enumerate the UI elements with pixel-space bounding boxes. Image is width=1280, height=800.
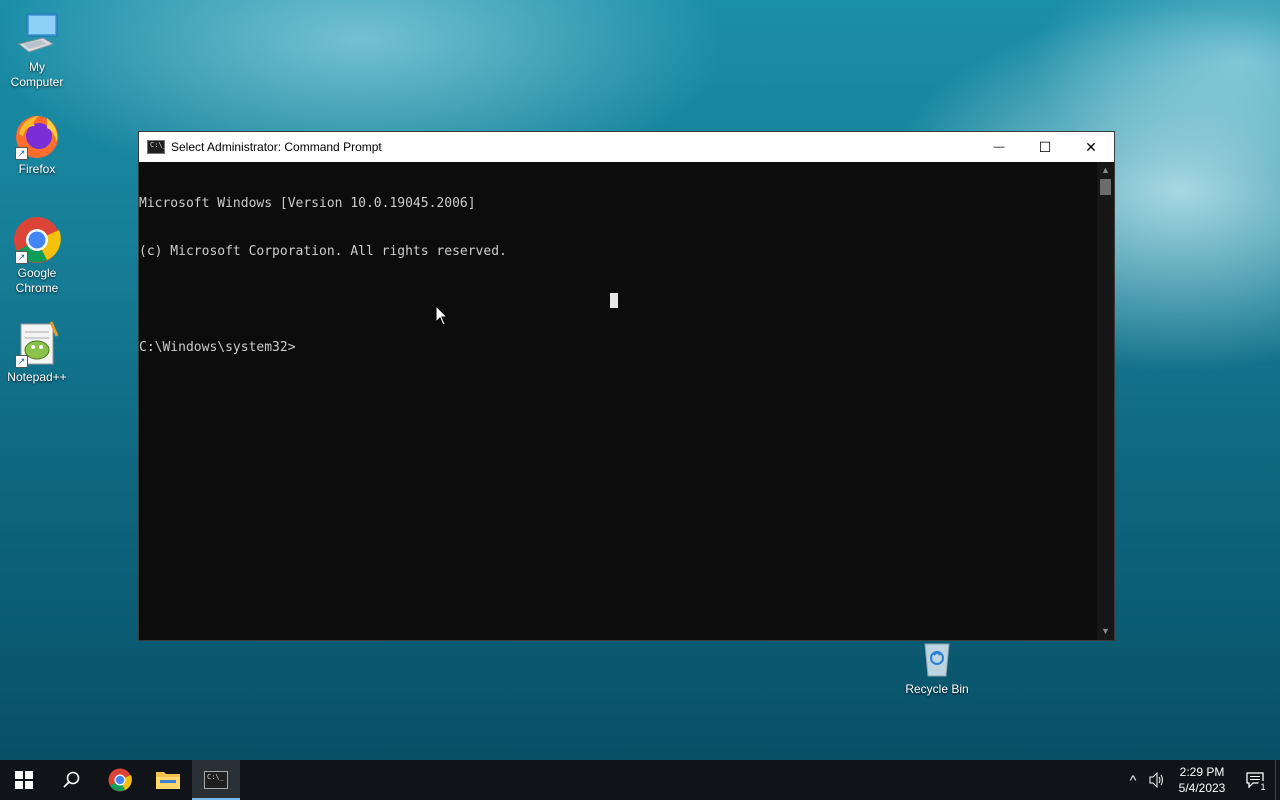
clock[interactable]: 2:29 PM 5/4/2023: [1169, 760, 1235, 800]
desktop-icon-label: Chrome: [15, 281, 59, 295]
desktop-icon-label: Google: [17, 266, 57, 280]
scroll-up-arrow-icon[interactable]: ▲: [1097, 162, 1114, 179]
taskbar-command-prompt-button[interactable]: C:\_: [192, 760, 240, 800]
console-line: (c) Microsoft Corporation. All rights re…: [139, 244, 507, 259]
system-tray: ^ 2:29 PM 5/4/2023 1: [1121, 760, 1280, 800]
desktop-icon-notepadpp[interactable]: ↗ Notepad++: [0, 320, 74, 385]
maximize-button[interactable]: ☐: [1022, 132, 1068, 162]
command-prompt-window[interactable]: C:\_ Select Administrator: Command Promp…: [138, 131, 1115, 641]
console-line: Microsoft Windows [Version 10.0.19045.20…: [139, 196, 476, 211]
desktop-icon-label: Recycle Bin: [905, 682, 969, 696]
desktop-icon-recycle-bin[interactable]: Recycle Bin: [900, 640, 974, 696]
vertical-scrollbar[interactable]: ▲ ▼: [1097, 162, 1114, 640]
windows-start-icon: [15, 771, 33, 789]
clock-date: 5/4/2023: [1178, 781, 1226, 795]
close-icon: ✕: [1085, 138, 1097, 155]
file-explorer-icon: [156, 772, 180, 789]
desktop-icon-my-computer[interactable]: My Computer: [0, 10, 74, 90]
show-hidden-icons-button[interactable]: ^: [1121, 760, 1145, 800]
desktop-icon-label: My: [29, 60, 45, 74]
chevron-up-icon: ^: [1129, 772, 1137, 788]
desktop-icon-google-chrome[interactable]: ↗ Google Chrome: [0, 216, 74, 296]
search-icon: [63, 771, 80, 788]
recycle-bin-icon: [917, 640, 957, 680]
close-button[interactable]: ✕: [1068, 132, 1114, 162]
volume-icon: [1149, 772, 1163, 788]
maximize-icon: ☐: [1038, 138, 1052, 155]
scroll-down-arrow-icon[interactable]: ▼: [1097, 623, 1114, 640]
taskbar-chrome-button[interactable]: [96, 760, 144, 800]
command-prompt-icon: C:\_: [204, 771, 228, 789]
taskbar: C:\_ ^ 2:29 PM 5/4/2023 1: [0, 760, 1280, 800]
notepadpp-icon: ↗: [13, 320, 61, 368]
command-prompt-icon: C:\_: [147, 140, 167, 154]
computer-icon: [13, 10, 61, 58]
console-prompt: C:\Windows\system32>: [139, 340, 296, 355]
window-titlebar[interactable]: C:\_ Select Administrator: Command Promp…: [139, 132, 1114, 162]
shortcut-arrow-icon: ↗: [15, 147, 28, 160]
desktop-icon-label: Firefox: [18, 162, 56, 176]
start-button[interactable]: [0, 760, 48, 800]
desktop-icon-firefox[interactable]: ↗ Firefox: [0, 112, 74, 177]
show-desktop-button[interactable]: [1275, 760, 1280, 800]
scrollbar-thumb[interactable]: [1100, 179, 1111, 195]
clock-time: 2:29 PM: [1179, 765, 1225, 779]
window-title: Select Administrator: Command Prompt: [171, 140, 382, 154]
desktop-icon-label: Notepad++: [7, 370, 67, 384]
notification-center-button[interactable]: 1: [1235, 760, 1275, 800]
taskbar-file-explorer-button[interactable]: [144, 760, 192, 800]
desktop-icon-label: Computer: [10, 75, 64, 89]
minimize-icon: —: [993, 141, 1005, 153]
notification-count-badge: 1: [1257, 781, 1269, 793]
shortcut-arrow-icon: ↗: [15, 251, 28, 264]
text-cursor: [610, 293, 618, 308]
search-button[interactable]: [48, 760, 96, 800]
minimize-button[interactable]: —: [976, 132, 1022, 162]
firefox-icon: ↗: [13, 112, 61, 160]
chrome-icon: ↗: [13, 216, 61, 264]
shortcut-arrow-icon: ↗: [15, 355, 28, 368]
chrome-icon: [108, 768, 132, 792]
volume-button[interactable]: [1145, 760, 1169, 800]
console-output[interactable]: Microsoft Windows [Version 10.0.19045.20…: [139, 162, 1097, 640]
